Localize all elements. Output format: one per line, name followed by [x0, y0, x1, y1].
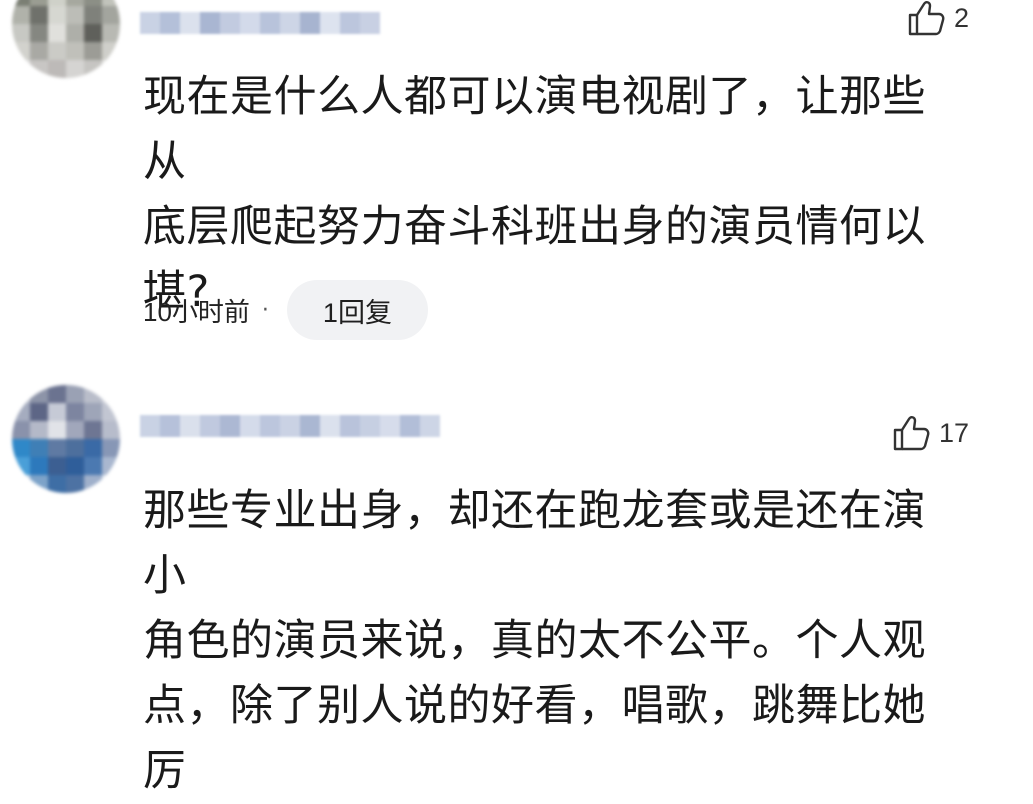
avatar[interactable]	[12, 385, 120, 493]
comment-item: 17 那些专业出身，却还在跑龙套或是还在演小 角色的演员来说，真的太不公平。个人…	[0, 385, 1033, 796]
comment-text: 那些专业出身，却还在跑龙套或是还在演小 角色的演员来说，真的太不公平。个人观 点…	[143, 486, 926, 796]
comment-item: 2 现在是什么人都可以演电视剧了，让那些从 底层爬起努力奋斗科班出身的演员情何以…	[0, 0, 1033, 350]
separator-dot: ·	[261, 297, 269, 323]
like-count: 2	[953, 2, 969, 33]
thumbs-up-icon	[893, 416, 930, 451]
timestamp: 10小时前	[143, 296, 250, 327]
username-blurred[interactable]	[140, 10, 380, 36]
avatar[interactable]	[12, 0, 120, 78]
thumbs-up-icon	[908, 1, 945, 36]
reply-count-button[interactable]: 1回复	[286, 280, 428, 340]
username-blurred[interactable]	[140, 413, 440, 439]
like-button[interactable]: 17	[893, 415, 969, 451]
like-count: 17	[938, 417, 969, 448]
comment-meta: 10小时前 · 1回复	[143, 280, 428, 340]
like-button[interactable]: 2	[908, 0, 969, 36]
